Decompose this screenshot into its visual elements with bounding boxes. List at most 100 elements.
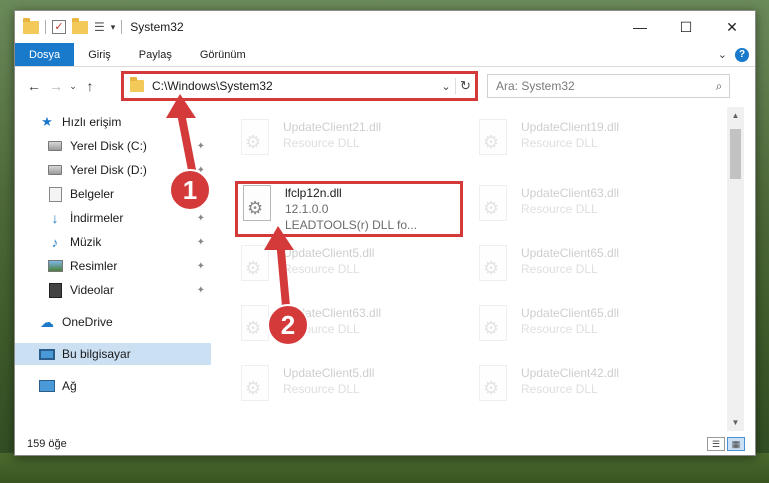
file-tile[interactable]: ⚙ UpdateClient65.dll Resource DLL <box>473 241 697 295</box>
search-icon[interactable]: ⌕ <box>709 79 729 94</box>
file-name: UpdateClient63.dll <box>521 186 620 200</box>
tab-file[interactable]: Dosya <box>15 43 75 66</box>
address-path[interactable]: C:\Windows\System32 <box>152 79 437 93</box>
search-box[interactable]: ⌕ <box>487 74 730 98</box>
pin-icon[interactable]: ✦ <box>197 165 205 176</box>
scrollbar-thumb[interactable] <box>730 129 741 179</box>
file-tile[interactable]: ⚙ UpdateClient65.dll Resource DLL <box>473 301 697 355</box>
file-name: lfclp12n.dll <box>285 186 342 200</box>
details-view-icon[interactable]: ☰ <box>707 437 725 451</box>
file-name: UpdateClient63.dll <box>283 306 382 320</box>
dll-file-icon: ⚙ <box>473 305 513 347</box>
dll-file-icon: ⚙ <box>473 119 513 161</box>
file-type: Resource DLL <box>521 322 598 336</box>
sidebar-item-this-pc[interactable]: Bu bilgisayar <box>15 343 211 365</box>
file-tile[interactable]: ⚙ UpdateClient21.dll Resource DLL <box>235 115 459 169</box>
scroll-up-icon[interactable]: ▲ <box>727 107 744 124</box>
sidebar-item-label: Ağ <box>62 379 77 393</box>
disk-icon <box>47 162 63 178</box>
dll-file-icon: ⚙ <box>235 245 275 287</box>
refresh-icon[interactable]: ↻ <box>455 78 475 94</box>
back-button[interactable]: ← <box>23 78 45 94</box>
file-tile-lfclp12n[interactable]: ⚙ lfclp12n.dll 12.1.0.0 LEADTOOLS(r) DLL… <box>237 181 461 235</box>
folder-icon <box>23 17 39 34</box>
sidebar-item-quick-access[interactable]: ★ Hızlı erişim <box>15 111 211 133</box>
forward-button[interactable]: → <box>45 78 67 94</box>
sidebar-item-documents[interactable]: Belgeler ✦ <box>15 183 211 205</box>
toolbar-divider <box>45 20 46 34</box>
file-tile[interactable]: ⚙ UpdateClient63.dll Resource DLL <box>473 181 697 235</box>
sidebar-item-videos[interactable]: Videolar ✦ <box>15 279 211 301</box>
file-tile[interactable]: ⚙ UpdateClient19.dll Resource DLL <box>473 115 697 169</box>
sidebar-item-downloads[interactable]: ↓ İndirmeler ✦ <box>15 207 211 229</box>
quick-access-toolbar: ✓ ☰ ▾ <box>15 17 123 34</box>
title-bar: ✓ ☰ ▾ System32 — ☐ ✕ <box>15 11 755 43</box>
search-input[interactable] <box>496 79 709 93</box>
toolbar-divider <box>121 20 123 34</box>
documents-icon <box>47 186 63 202</box>
sidebar-item-label: Müzik <box>70 235 102 249</box>
dll-file-icon: ⚙ <box>473 365 513 407</box>
tiles-view-icon[interactable]: ▦ <box>727 437 745 451</box>
vertical-scrollbar[interactable]: ▲ ▼ <box>727 107 744 431</box>
file-tile[interactable]: ⚙ UpdateClient5.dll Resource DLL <box>235 361 459 415</box>
file-name: UpdateClient19.dll <box>521 120 620 134</box>
videos-icon <box>47 282 63 298</box>
help-icon[interactable]: ? <box>735 47 749 62</box>
pin-icon[interactable]: ✦ <box>197 261 205 272</box>
minimize-button[interactable]: — <box>617 11 663 43</box>
file-name: UpdateClient21.dll <box>283 120 382 134</box>
star-icon: ★ <box>41 114 53 129</box>
sidebar-item-label: Yerel Disk (C:) <box>70 139 147 153</box>
file-type: Resource DLL <box>521 382 598 396</box>
dll-file-icon: ⚙ <box>235 305 275 347</box>
sidebar-item-onedrive[interactable]: ☁ OneDrive <box>15 311 211 333</box>
new-folder-icon[interactable] <box>72 17 88 34</box>
window-title: System32 <box>130 20 184 34</box>
view-switcher: ☰ ▦ <box>707 437 745 451</box>
file-explorer-window: ✓ ☰ ▾ System32 — ☐ ✕ Dosya Giriş Paylaş … <box>14 10 756 456</box>
sidebar-item-local-disk-d[interactable]: Yerel Disk (D:) ✦ <box>15 159 211 181</box>
download-icon: ↓ <box>51 210 59 226</box>
file-list: ⚙ UpdateClient21.dll Resource DLL ⚙ Upda… <box>215 107 725 431</box>
file-type: Resource DLL <box>283 382 360 396</box>
file-name: UpdateClient42.dll <box>521 366 620 380</box>
dll-file-icon: ⚙ <box>235 119 275 161</box>
maximize-button[interactable]: ☐ <box>663 11 709 43</box>
sidebar-item-music[interactable]: ♪ Müzik ✦ <box>15 231 211 253</box>
view-options-icon[interactable]: ☰ <box>94 20 105 34</box>
sidebar-item-label: Yerel Disk (D:) <box>70 163 147 177</box>
pin-icon[interactable]: ✦ <box>197 285 205 296</box>
close-button[interactable]: ✕ <box>709 11 755 43</box>
dll-file-icon: ⚙ <box>473 245 513 287</box>
sidebar-item-network[interactable]: Ağ <box>15 375 211 397</box>
tab-view[interactable]: Görünüm <box>186 43 260 66</box>
up-button[interactable]: ↑ <box>79 78 101 94</box>
address-history-chevron-icon[interactable]: ⌄ <box>437 80 455 93</box>
pin-icon[interactable]: ✦ <box>197 189 205 200</box>
tab-share[interactable]: Paylaş <box>125 43 186 66</box>
address-bar[interactable]: C:\Windows\System32 ⌄ ↻ <box>123 73 476 99</box>
file-version: 12.1.0.0 <box>285 202 329 216</box>
expand-ribbon-chevron-icon[interactable]: ⌄ <box>718 48 727 61</box>
scroll-down-icon[interactable]: ▼ <box>727 414 744 431</box>
pin-icon[interactable]: ✦ <box>197 213 205 224</box>
file-tile[interactable]: ⚙ UpdateClient42.dll Resource DLL <box>473 361 697 415</box>
file-tile[interactable]: ⚙ UpdateClient63.dll Resource DLL <box>235 301 459 355</box>
pin-icon[interactable]: ✦ <box>197 237 205 248</box>
file-tile[interactable]: ⚙ UpdateClient5.dll Resource DLL <box>235 241 459 295</box>
ribbon-tabs: Dosya Giriş Paylaş Görünüm ⌄ ? <box>15 43 755 67</box>
customize-toolbar-chevron-icon[interactable]: ▾ <box>111 22 116 33</box>
tab-home[interactable]: Giriş <box>74 43 125 66</box>
dll-file-icon: ⚙ <box>237 185 277 227</box>
pin-icon[interactable]: ✦ <box>197 141 205 152</box>
item-count: 159 öğe <box>27 438 67 450</box>
sidebar-item-pictures[interactable]: Resimler ✦ <box>15 255 211 277</box>
sidebar-item-local-disk-c[interactable]: Yerel Disk (C:) ✦ <box>15 135 211 157</box>
file-type: Resource DLL <box>283 136 360 150</box>
cloud-icon: ☁ <box>40 313 54 330</box>
recent-locations-chevron-icon[interactable]: ⌄ <box>67 81 79 92</box>
sidebar-item-label: OneDrive <box>62 315 113 329</box>
properties-check-icon[interactable]: ✓ <box>52 20 66 34</box>
file-name: UpdateClient5.dll <box>283 366 375 380</box>
